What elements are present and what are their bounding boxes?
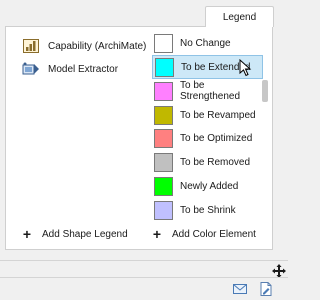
shape-label: Model Extractor bbox=[48, 63, 119, 75]
color-swatch bbox=[154, 152, 173, 172]
color-label: To be Strengthened bbox=[180, 80, 241, 102]
color-label: To be Optimized bbox=[180, 132, 253, 144]
color-swatch bbox=[154, 81, 173, 101]
color-label: To be Revamped bbox=[180, 109, 256, 121]
shape-item-capability[interactable]: Capability (ArchiMate) bbox=[22, 37, 146, 55]
color-label: Newly Added bbox=[180, 180, 239, 192]
legend-panel: Capability (ArchiMate) Model Extractor N… bbox=[5, 26, 273, 250]
move-icon[interactable] bbox=[272, 264, 286, 278]
vertical-scrollbar[interactable] bbox=[262, 80, 268, 102]
color-item-to-be-revamped[interactable]: To be Revamped bbox=[152, 103, 263, 127]
color-item-to-be-shrink[interactable]: To be Shrink bbox=[152, 198, 263, 222]
color-label: To be Shrink bbox=[180, 204, 236, 216]
color-item-no-change[interactable]: No Change bbox=[152, 31, 263, 55]
color-item-to-be-optimized[interactable]: To be Optimized bbox=[152, 126, 263, 150]
color-swatch bbox=[154, 176, 173, 196]
add-shape-legend-label: Add Shape Legend bbox=[42, 228, 128, 240]
color-label: To be Removed bbox=[180, 156, 251, 168]
document-edit-icon[interactable] bbox=[259, 282, 273, 296]
add-color-element-label: Add Color Element bbox=[172, 228, 256, 240]
add-color-element-button[interactable]: + Add Color Element bbox=[152, 227, 256, 241]
color-item-to-be-strengthened[interactable]: To be Strengthened bbox=[152, 79, 263, 103]
color-item-newly-added[interactable]: Newly Added bbox=[152, 174, 263, 198]
mail-icon[interactable] bbox=[233, 283, 247, 295]
plus-icon: + bbox=[152, 226, 162, 242]
color-item-to-be-removed[interactable]: To be Removed bbox=[152, 150, 263, 174]
plus-icon: + bbox=[22, 226, 32, 242]
shape-item-model-extractor[interactable]: Model Extractor bbox=[22, 60, 118, 78]
color-swatch bbox=[154, 128, 173, 148]
shape-label: Capability (ArchiMate) bbox=[48, 40, 147, 52]
capability-icon bbox=[22, 38, 40, 54]
color-swatch bbox=[154, 105, 173, 125]
color-swatch bbox=[155, 57, 174, 77]
divider bbox=[0, 260, 288, 261]
add-shape-legend-button[interactable]: + Add Shape Legend bbox=[22, 227, 128, 241]
model-extractor-icon bbox=[22, 61, 40, 77]
tab-legend[interactable]: Legend bbox=[205, 6, 274, 27]
color-swatch bbox=[154, 33, 173, 53]
color-swatch bbox=[154, 200, 173, 220]
color-label: No Change bbox=[180, 37, 231, 49]
divider bbox=[0, 277, 288, 278]
mouse-cursor-icon bbox=[239, 59, 252, 77]
